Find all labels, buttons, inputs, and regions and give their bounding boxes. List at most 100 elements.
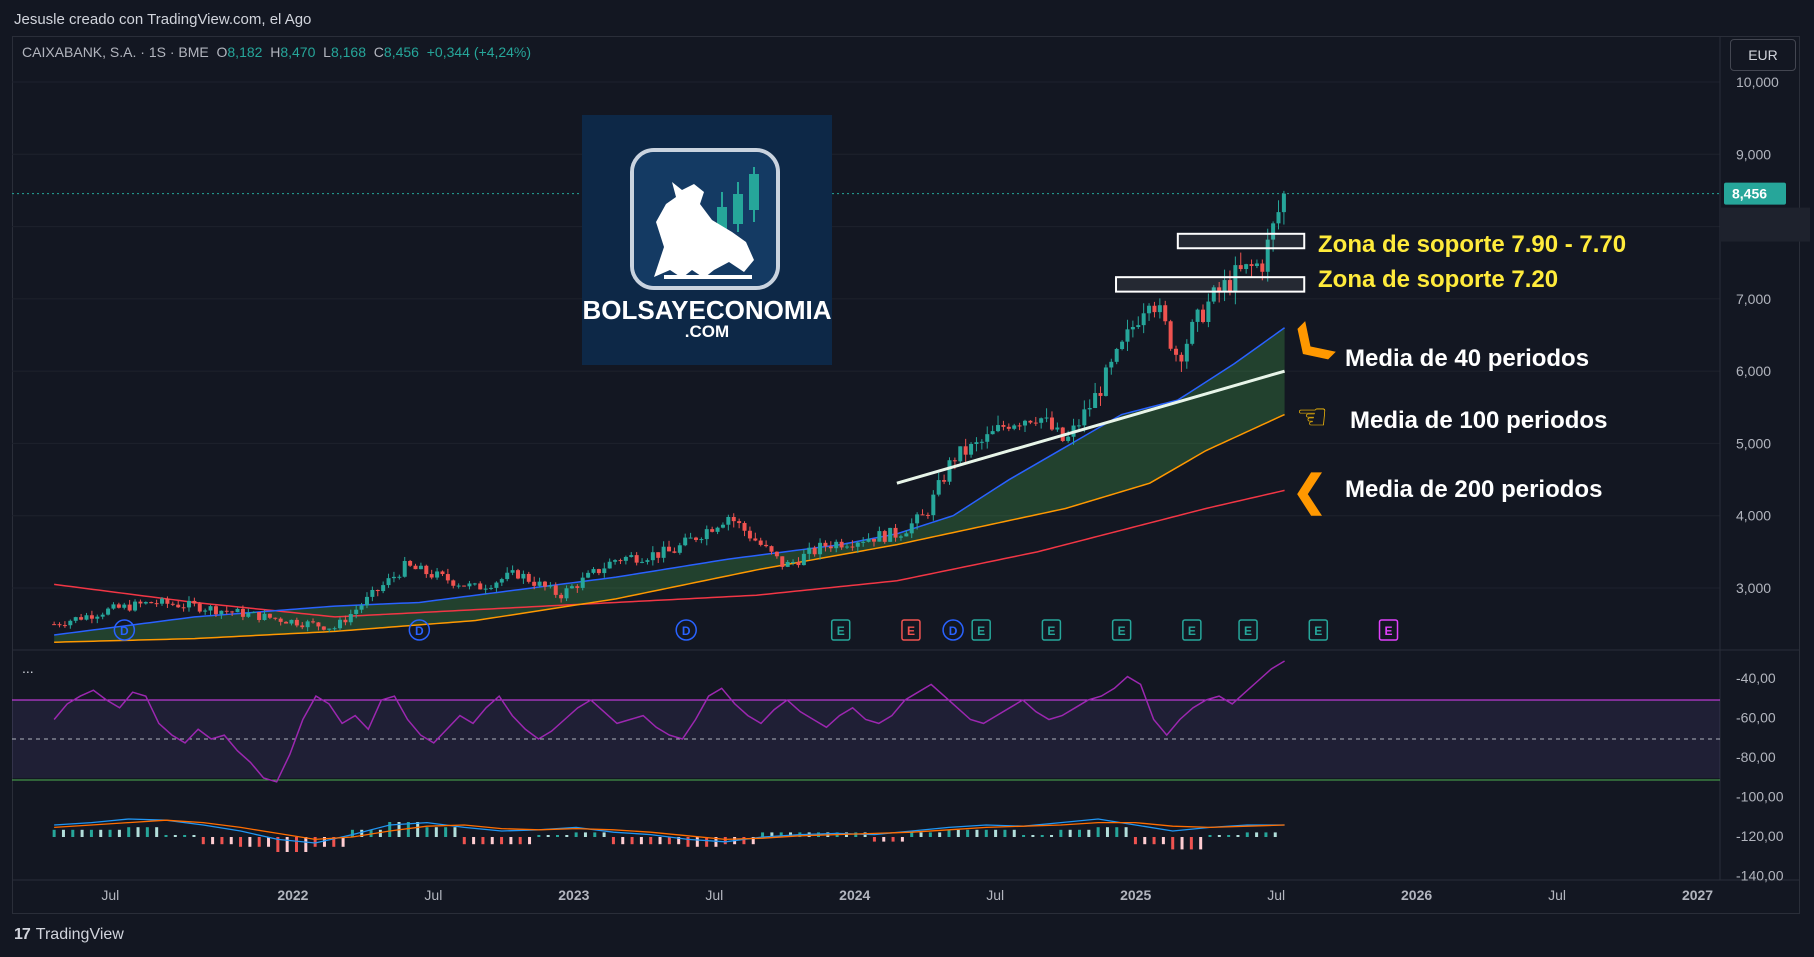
candle-body: [273, 617, 278, 619]
time-tick-label: 2024: [839, 887, 870, 903]
annotation-ma200: Media de 200 periodos: [1345, 476, 1603, 503]
price-tick-label: 7,000: [1736, 291, 1771, 307]
candle-body: [586, 572, 591, 578]
candle-body: [602, 568, 607, 574]
candle-body: [947, 460, 952, 482]
candle-body: [758, 540, 763, 545]
candle-body: [1206, 301, 1211, 322]
candle-body: [888, 527, 893, 542]
macd-histogram-bar: [1040, 835, 1044, 837]
macd-histogram-bar: [388, 822, 392, 837]
candle-body: [672, 551, 677, 553]
pointing-hand-icon: ☜: [1296, 396, 1329, 437]
candle-body: [95, 616, 100, 619]
candle-body: [769, 546, 774, 552]
candle-body: [52, 624, 57, 626]
time-tick-label: Jul: [1267, 887, 1285, 903]
ma200-line: [54, 489, 1285, 618]
candle-body: [122, 604, 127, 608]
candle-body: [278, 618, 283, 622]
macd-histogram-bar: [658, 837, 662, 845]
macd-histogram-bar: [593, 832, 597, 837]
macd-histogram-bar: [938, 832, 942, 837]
candle-body: [996, 425, 1001, 432]
candle-body: [1082, 409, 1087, 426]
candle-body: [656, 552, 661, 558]
candle-body: [699, 539, 704, 541]
macd-histogram-bar: [1199, 837, 1203, 850]
currency-button[interactable]: EUR: [1730, 39, 1796, 71]
macd-histogram-bar: [565, 835, 569, 837]
candle-body: [381, 585, 386, 592]
candle-body: [62, 625, 67, 627]
candle-body: [742, 523, 747, 531]
candle-body: [834, 541, 839, 549]
candle-body: [1184, 343, 1189, 362]
macd-histogram-bar: [639, 837, 643, 845]
candle-body: [386, 578, 391, 586]
candle-body: [418, 565, 423, 570]
macd-histogram-bar: [434, 827, 438, 837]
footer-bar: [0, 914, 1814, 957]
pane-menu-dots[interactable]: ...: [22, 660, 34, 676]
macd-histogram-bar: [294, 837, 298, 852]
candle-body: [645, 560, 650, 562]
candle-body: [1114, 349, 1119, 362]
candle-body: [796, 561, 801, 566]
macd-histogram-bar: [1236, 835, 1240, 837]
candle-body: [785, 561, 790, 567]
candle-body: [1098, 393, 1103, 396]
tradingview-logo[interactable]: 17 TradingView: [14, 926, 124, 944]
watermark-subtitle: .COM: [684, 322, 730, 341]
candle-body: [300, 625, 305, 628]
candle-body: [898, 536, 903, 538]
candle-body: [774, 551, 779, 557]
macd-histogram-bar: [1227, 835, 1231, 837]
macd-histogram-bar: [192, 835, 196, 837]
candle-body: [1120, 341, 1125, 350]
candle-body: [661, 546, 666, 558]
event-marker-label: E: [837, 624, 845, 638]
candle-body: [801, 553, 806, 566]
oscillator-tick-label: -100,00: [1736, 789, 1784, 805]
candle-body: [990, 431, 995, 435]
price-tick-label: 5,000: [1736, 435, 1771, 451]
candle-body: [327, 628, 332, 630]
candle-body: [979, 441, 984, 443]
change-value: +0,344 (+4,24%): [426, 44, 532, 60]
candle-body: [764, 544, 769, 547]
candle-body: [1012, 425, 1017, 429]
macd-histogram-bar: [481, 837, 485, 845]
macd-histogram-bar: [705, 837, 709, 847]
candle-body: [235, 608, 240, 613]
candle-body: [510, 570, 515, 573]
candle-body: [936, 480, 941, 495]
candle-body: [1190, 321, 1195, 344]
candle-body: [1244, 264, 1249, 270]
symbol-legend[interactable]: CAIXABANK, S.A. · 1S · BME O8,182 H8,470…: [22, 44, 531, 60]
macd-histogram-bar: [900, 837, 904, 842]
candle-body: [440, 571, 445, 575]
candle-body: [84, 615, 89, 620]
candle-body: [969, 443, 974, 455]
macd-histogram-bar: [173, 835, 177, 837]
macd-histogram-bar: [1012, 829, 1016, 837]
candle-body: [818, 542, 823, 555]
macd-histogram-bar: [966, 829, 970, 837]
event-marker-label: E: [1244, 624, 1252, 638]
candle-body: [1028, 420, 1033, 423]
candle-body: [1039, 418, 1044, 423]
event-marker-label: E: [1385, 624, 1393, 638]
oscillator-tick-label: -60,00: [1736, 710, 1776, 726]
candle-body: [370, 589, 375, 597]
candle-body: [710, 529, 715, 532]
event-marker-label: E: [1314, 624, 1322, 638]
support-zone-box: [1176, 232, 1306, 250]
candle-body: [1152, 305, 1157, 313]
arrow-left-icon-2: ❮: [1292, 467, 1328, 514]
macd-histogram-bar: [509, 837, 513, 845]
candle-body: [343, 619, 348, 623]
candle-body: [181, 607, 186, 609]
candle-body: [1238, 265, 1243, 270]
candle-body: [871, 538, 876, 542]
